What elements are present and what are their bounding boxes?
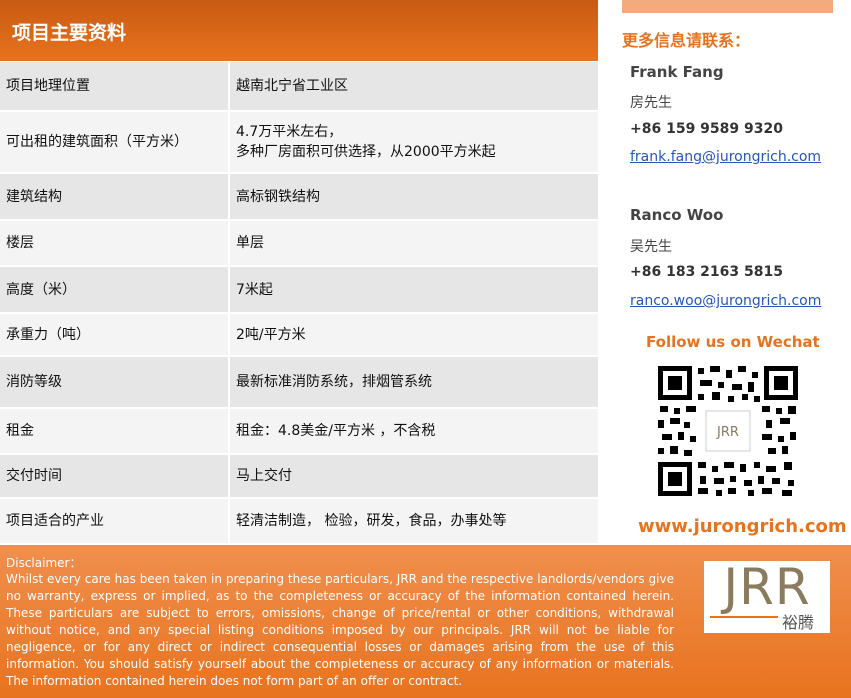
page-title: 项目主要资料 (12, 22, 127, 44)
contact-name: Frank Fang (630, 63, 724, 81)
row-value: 马上交付 (229, 454, 598, 499)
row-label: 承重力（吨） (0, 313, 230, 357)
row-label: 项目适合的产业 (0, 498, 230, 545)
title-bar: 项目主要资料 (0, 0, 598, 61)
table-row: 可出租的建筑面积（平方米） 4.7万平米左右， 多种厂房面积可供选择，从2000… (0, 111, 598, 174)
row-value: 轻清洁制造， 检验，研发，食品，办事处等 (229, 498, 598, 545)
qr-code-icon: JRR (658, 366, 798, 496)
table-row: 消防等级 最新标准消防系统，排烟管系统 (0, 356, 598, 409)
table-row: 承重力（吨） 2吨/平方米 (0, 313, 598, 357)
contact-email-link[interactable]: frank.fang@jurongrich.com (630, 149, 821, 165)
table-row: 建筑结构 高标钢铁结构 (0, 173, 598, 221)
contact-panel: 更多信息请联系： Frank Fang 房先生 +86 159 9589 932… (598, 0, 851, 545)
row-label: 项目地理位置 (0, 62, 230, 112)
logo-text: JRR (723, 558, 811, 616)
project-info-panel: 项目主要资料 项目地理位置 越南北宁省工业区 可出租的建筑面积（平方米） 4.7… (0, 0, 598, 545)
logo-cn-text: 裕腾 (782, 613, 815, 632)
jrr-logo: JRR 裕腾 (704, 561, 830, 633)
row-label: 消防等级 (0, 356, 230, 409)
accent-bar (622, 0, 833, 13)
row-value: 7米起 (229, 266, 598, 314)
contact-phone[interactable]: +86 183 2163 5815 (630, 264, 783, 280)
row-value: 越南北宁省工业区 (229, 62, 598, 112)
row-value: 高标钢铁结构 (229, 173, 598, 221)
row-label: 高度（米） (0, 266, 230, 314)
row-label: 租金 (0, 408, 230, 455)
info-table: 项目地理位置 越南北宁省工业区 可出租的建筑面积（平方米） 4.7万平米左右， … (0, 62, 598, 545)
row-label: 可出租的建筑面积（平方米） (0, 111, 230, 174)
row-label: 交付时间 (0, 454, 230, 499)
contact-name: Ranco Woo (630, 206, 724, 224)
website-link[interactable]: www.jurongrich.com (638, 516, 847, 537)
table-row: 租金 租金：4.8美金/平方米 ，不含税 (0, 408, 598, 455)
row-value: 最新标准消防系统，排烟管系统 (229, 356, 598, 409)
row-label: 建筑结构 (0, 173, 230, 221)
disclaimer-footer: Disclaimer： Whilst every care has been t… (0, 545, 851, 698)
table-row: 项目地理位置 越南北宁省工业区 (0, 62, 598, 112)
table-row: 交付时间 马上交付 (0, 454, 598, 499)
contact-title: 更多信息请联系： (622, 31, 751, 50)
row-value: 4.7万平米左右， 多种厂房面积可供选择，从2000平方米起 (229, 111, 598, 174)
contact-name-cn: 吴先生 (630, 239, 672, 255)
contact-name-cn: 房先生 (630, 95, 672, 111)
row-label: 楼层 (0, 220, 230, 267)
table-row: 高度（米） 7米起 (0, 266, 598, 314)
disclaimer-label: Disclaimer： (6, 556, 82, 570)
row-value: 租金：4.8美金/平方米 ，不含税 (229, 408, 598, 455)
table-row: 楼层 单层 (0, 220, 598, 267)
row-value: 2吨/平方米 (229, 313, 598, 357)
row-value: 单层 (229, 220, 598, 267)
contact-phone[interactable]: +86 159 9589 9320 (630, 121, 783, 137)
table-row: 项目适合的产业 轻清洁制造， 检验，研发，食品，办事处等 (0, 498, 598, 545)
follow-wechat-label: Follow us on Wechat (646, 333, 820, 351)
disclaimer-text: Whilst every care has been taken in prep… (6, 572, 674, 688)
contact-email-link[interactable]: ranco.woo@jurongrich.com (630, 293, 821, 309)
qr-logo-text: JRR (716, 425, 739, 440)
logo-underline (710, 616, 778, 618)
